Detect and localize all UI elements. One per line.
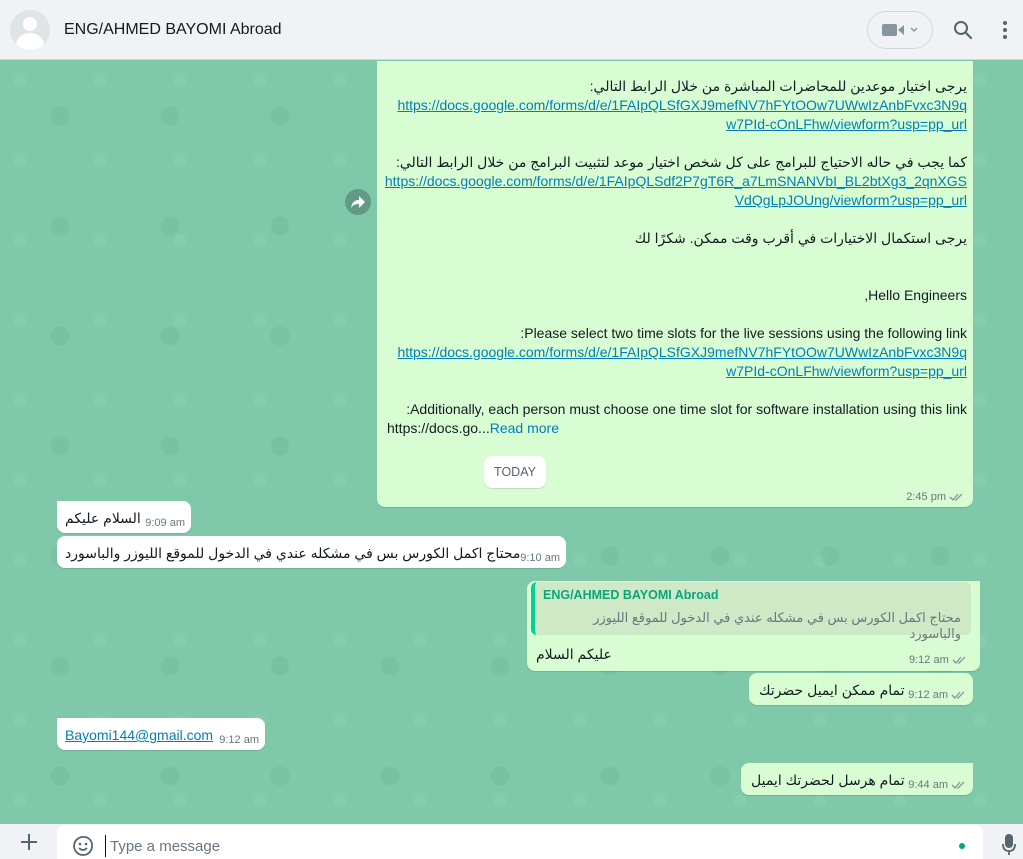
message-text-line: يرجى استكمال الاختيارات في أقرب وقت ممكن… (634, 230, 967, 246)
message-text-line: كما يجب في حاله الاحتياج للبرامج على كل … (395, 154, 967, 170)
quoted-text: محتاج اكمل الكورس بس في مشكله عندي في ال… (593, 610, 961, 641)
message-text: محتاج اكمل الكورس بس في مشكله عندي في ال… (65, 545, 521, 561)
message-meta: 9:12 am (908, 689, 967, 701)
message-text-line: Additionally, each person must choose on… (406, 401, 967, 417)
sticker-emoji-icon (73, 836, 93, 856)
message-meta: 9:44 am (908, 779, 967, 791)
incoming-message-bubble[interactable]: محتاج اكمل الكورس بس في مشكله عندي في ال… (57, 536, 566, 568)
date-divider: TODAY (484, 456, 546, 488)
emoji-button[interactable] (71, 834, 95, 858)
message-text: تمام هرسل لحضرتك ايميل (751, 772, 905, 788)
message-text-line: يرجى اختيار موعدين للمحاضرات المباشرة من… (589, 78, 967, 94)
chevron-down-icon (910, 27, 918, 32)
message-time: 9:10 am (520, 552, 560, 564)
message-link[interactable]: VdQgLpJOUng/viewform?usp=pp_url (735, 192, 967, 208)
double-check-icon (952, 656, 966, 664)
microphone-icon (1002, 834, 1016, 855)
menu-button[interactable] (993, 18, 1017, 42)
message-time: 9:12 am (908, 689, 948, 701)
double-check-icon (951, 691, 965, 699)
email-link[interactable]: Bayomi144@gmail.com (65, 727, 213, 743)
incoming-message-bubble[interactable]: Bayomi144@gmail.com 9:12 am (57, 718, 265, 750)
double-check-icon (951, 781, 965, 789)
message-text: عليكم السلام (536, 646, 612, 662)
message-link[interactable]: https://docs.google.com/forms/d/e/1FAIpQ… (397, 97, 967, 113)
chat-header: ENG/AHMED BAYOMI Abroad (0, 0, 1023, 60)
video-camera-icon (882, 23, 904, 36)
message-time: 9:44 am (908, 779, 948, 791)
composer-bar (0, 824, 1023, 859)
contact-avatar[interactable] (10, 9, 50, 50)
attach-button[interactable] (17, 830, 41, 854)
message-text-line: Please select two time slots for the liv… (520, 325, 967, 341)
message-text: السلام عليكم (65, 510, 141, 526)
search-icon (954, 20, 973, 39)
message-link[interactable]: w7PId-cOnLFhw/viewform?usp=pp_url (726, 363, 967, 379)
message-link[interactable]: w7PId-cOnLFhw/viewform?usp=pp_url (726, 116, 967, 132)
outgoing-message-bubble[interactable]: تمام ممكن ايميل حضرتك 9:12 am (749, 673, 973, 705)
avatar-body-shape (16, 32, 44, 50)
status-dot (959, 843, 965, 849)
message-text-line: https://docs.go... (387, 420, 490, 436)
quoted-message[interactable]: ENG/AHMED BAYOMI Abroad محتاج اكمل الكور… (531, 582, 971, 641)
plus-icon (21, 833, 37, 850)
message-meta: 9:12 am (909, 654, 968, 666)
message-link[interactable]: https://docs.google.com/forms/d/e/1FAIpQ… (385, 173, 967, 189)
kebab-menu-icon (1003, 20, 1007, 39)
forward-arrow-icon (351, 196, 365, 208)
double-check-icon (949, 493, 963, 501)
quoted-sender-name: ENG/AHMED BAYOMI Abroad (543, 588, 719, 602)
incoming-message-bubble[interactable]: السلام عليكم 9:09 am (57, 501, 191, 533)
avatar-head-shape (23, 16, 37, 31)
message-time: 9:12 am (219, 734, 259, 746)
chat-panel[interactable]: يرجى اختيار موعدين للمحاضرات المباشرة من… (0, 61, 1023, 824)
video-call-button[interactable] (867, 10, 933, 49)
forwarded-message-bubble[interactable]: يرجى اختيار موعدين للمحاضرات المباشرة من… (377, 61, 973, 507)
search-button[interactable] (951, 18, 975, 42)
message-text: تمام ممكن ايميل حضرتك (759, 682, 905, 698)
voice-message-button[interactable] (1000, 833, 1018, 857)
forward-button[interactable] (345, 189, 371, 215)
message-input[interactable] (105, 835, 925, 857)
message-time: 9:09 am (145, 517, 185, 529)
message-meta: 2:45 pm (906, 491, 965, 503)
chat-title[interactable]: ENG/AHMED BAYOMI Abroad (64, 21, 867, 39)
read-more-link[interactable]: Read more (490, 420, 559, 436)
message-text-line: Hello Engineers, (864, 287, 967, 303)
message-input-container[interactable] (57, 825, 983, 859)
message-time: 2:45 pm (906, 491, 946, 503)
message-link[interactable]: https://docs.google.com/forms/d/e/1FAIpQ… (397, 344, 967, 360)
message-time: 9:12 am (909, 654, 949, 666)
outgoing-message-bubble[interactable]: تمام هرسل لحضرتك ايميل 9:44 am (741, 763, 973, 795)
